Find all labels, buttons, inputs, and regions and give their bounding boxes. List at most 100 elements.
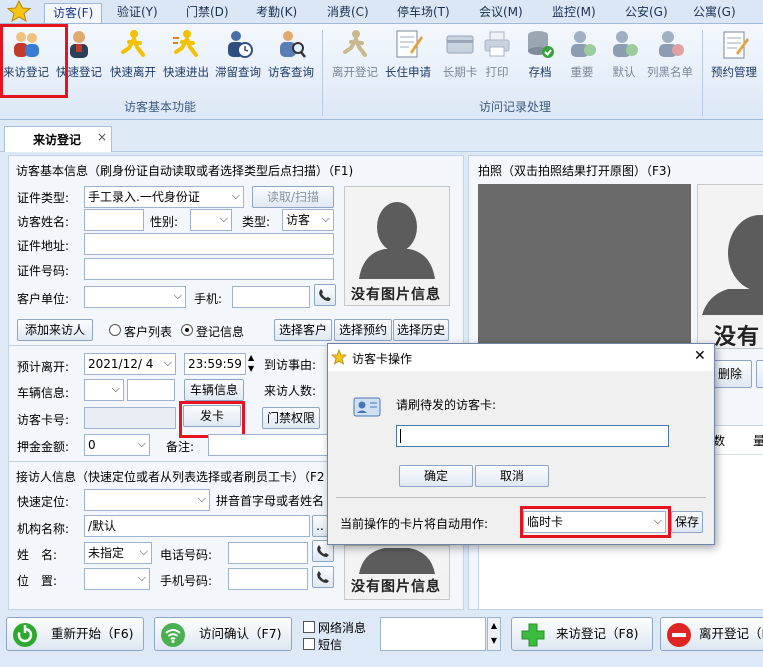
menu-tab-verify[interactable]: 验证(Y): [117, 3, 158, 23]
dialog-close-icon[interactable]: ✕: [694, 348, 706, 364]
long-stay-apply-button[interactable]: 长住申请: [382, 28, 434, 88]
time-spinner[interactable]: ▲ ▼: [248, 352, 254, 374]
card-number-input[interactable]: [84, 407, 176, 429]
quick-locate-select[interactable]: [84, 489, 210, 511]
address-input[interactable]: [84, 233, 334, 255]
photo-more-button[interactable]: [756, 360, 763, 388]
remark-input[interactable]: [208, 434, 328, 456]
sms-checkbox[interactable]: [303, 638, 315, 650]
menu-tab-meeting[interactable]: 会议(M): [479, 3, 523, 23]
vehicle-info-button[interactable]: 车辆信息: [184, 379, 244, 401]
booking-manage-button[interactable]: 预约管理: [708, 28, 760, 88]
visitor-register-button[interactable]: 来访登记: [0, 28, 52, 88]
app-star-icon[interactable]: [4, 0, 34, 22]
type-select[interactable]: 访客: [282, 209, 334, 231]
quick-leave-button[interactable]: 快速离开: [107, 28, 159, 88]
id-number-input[interactable]: [84, 258, 334, 280]
select-client-button[interactable]: 选择客户: [274, 319, 332, 341]
gender-select[interactable]: [190, 209, 232, 231]
menu-tab-visitor[interactable]: 访客(F): [44, 3, 103, 23]
visitor-register-label: 来访登记: [3, 65, 49, 79]
card-reader-icon: [353, 397, 381, 417]
host-tel-label: 电话号码:: [160, 548, 213, 562]
vehicle-province-select[interactable]: [84, 379, 124, 401]
running-figure-icon: [170, 28, 202, 60]
deposit-select[interactable]: 0: [84, 434, 150, 456]
phone-call-button[interactable]: [314, 284, 336, 306]
menu-tab-parking[interactable]: 停车场(T): [397, 3, 450, 23]
network-message-checkbox[interactable]: [303, 621, 315, 633]
visit-confirm-label: 访问确认（F7): [199, 626, 282, 641]
dialog-ok-button[interactable]: 确定: [399, 465, 473, 487]
blacklist-label: 列黑名单: [647, 65, 693, 79]
tab-close-icon[interactable]: ×: [97, 130, 107, 144]
company-select[interactable]: [84, 286, 186, 308]
leave-register-submit-button[interactable]: 离开登记（F: [660, 617, 763, 651]
dialog-cancel-button[interactable]: 取消: [475, 465, 549, 487]
menu-tab-apartment[interactable]: 公寓(G): [693, 3, 736, 23]
host-position-select[interactable]: [84, 568, 150, 590]
org-name-input[interactable]: /默认: [84, 515, 310, 537]
card-usage-select[interactable]: 临时卡: [523, 511, 666, 533]
phone-input[interactable]: [232, 286, 310, 308]
quick-inout-button[interactable]: 快速进出: [160, 28, 212, 88]
host-mobile-input[interactable]: [228, 568, 308, 590]
message-box[interactable]: [380, 617, 486, 651]
menu-tab-door[interactable]: 门禁(D): [186, 3, 229, 23]
menu-tab-monitor[interactable]: 监控(M): [552, 3, 596, 23]
leave-register-button[interactable]: 离开登记: [329, 28, 381, 88]
dialog-prompt: 请刷待发的访客卡:: [396, 398, 497, 412]
person-silhouette-icon: [345, 187, 449, 279]
host-tel-input[interactable]: [228, 542, 308, 564]
id-type-select[interactable]: 手工录入.一代身份证: [84, 186, 244, 208]
capture-result-photo[interactable]: 没有: [697, 184, 763, 349]
host-mobile-label: 手机号码:: [160, 574, 213, 588]
radio-client-list[interactable]: [109, 324, 121, 336]
host-name-select[interactable]: 未指定: [84, 542, 152, 564]
camera-preview[interactable]: [478, 184, 691, 349]
select-booking-button[interactable]: 选择预约: [334, 319, 392, 341]
host-name-label: 姓 名:: [17, 548, 58, 562]
stay-query-label: 滞留查询: [215, 65, 261, 79]
person-clock-icon: [222, 28, 254, 60]
database-icon: [524, 28, 556, 60]
host-photo[interactable]: 没有图片信息: [344, 545, 450, 600]
menu-tab-police[interactable]: 公安(G): [625, 3, 668, 23]
card-number-label: 访客卡号:: [17, 413, 70, 427]
visitor-name-input[interactable]: [84, 209, 144, 231]
tab-visitor-register[interactable]: 来访登记 ×: [4, 126, 112, 152]
menu-tab-consume[interactable]: 消费(C): [327, 3, 369, 23]
people-icon: [10, 28, 42, 60]
visitor-query-button[interactable]: 访客查询: [265, 28, 317, 88]
radio-registered-label: 登记信息: [196, 325, 245, 339]
leave-time-input[interactable]: 23:59:59: [184, 353, 246, 375]
vehicle-plate-input[interactable]: [127, 379, 175, 401]
long-stay-apply-label: 长住申请: [385, 65, 431, 79]
phone-icon: [317, 571, 329, 583]
issue-card-button[interactable]: 发卡: [183, 405, 241, 427]
network-message-label: 网络消息: [318, 621, 367, 635]
stay-query-button[interactable]: 滞留查询: [212, 28, 264, 88]
door-permission-button[interactable]: 门禁权限: [262, 407, 320, 429]
org-browse-button[interactable]: ..: [312, 515, 328, 537]
user-check-icon: [566, 28, 598, 60]
add-visitor-button[interactable]: 添加来访人: [17, 319, 93, 341]
card-usage-save-button[interactable]: 保存: [671, 511, 703, 533]
radio-registered[interactable]: [181, 324, 193, 336]
gender-label: 性别:: [150, 215, 179, 229]
read-scan-button[interactable]: 读取/扫描: [252, 186, 334, 208]
menu-tab-attendance[interactable]: 考勤(K): [256, 3, 297, 23]
register-submit-button[interactable]: 来访登记（F8): [511, 617, 653, 651]
host-mobile-call-button[interactable]: [312, 566, 334, 588]
card-number-field[interactable]: [396, 425, 669, 447]
leave-date-picker[interactable]: 2021/12/ 4: [84, 353, 176, 375]
tab-label: 来访登记: [33, 133, 82, 147]
select-history-button[interactable]: 选择历史: [393, 319, 449, 341]
visitor-photo[interactable]: 没有图片信息: [344, 186, 450, 306]
visit-confirm-button[interactable]: 访问确认（F7): [154, 617, 292, 651]
message-scrollbar[interactable]: ▲ ▼: [487, 617, 501, 651]
quick-register-button[interactable]: 快速登记: [53, 28, 105, 88]
default-button[interactable]: 默认: [598, 28, 650, 88]
blacklist-button[interactable]: 列黑名单: [644, 28, 696, 88]
restart-button[interactable]: 重新开始（F6): [6, 617, 144, 651]
